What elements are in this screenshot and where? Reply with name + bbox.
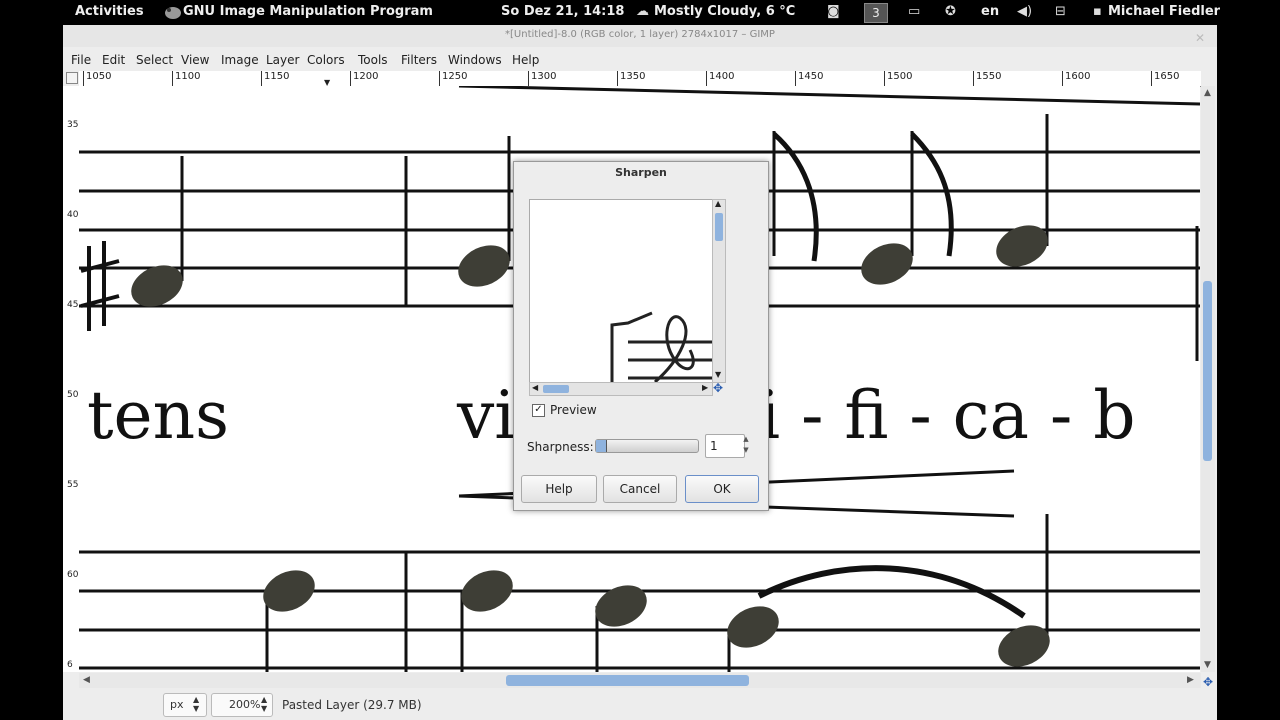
sharpness-slider[interactable] [595,439,699,453]
workspace-indicator[interactable]: 3 [864,3,888,23]
ruler-label: 600 [67,570,79,580]
ruler-tick: 1050 [83,71,111,86]
unit-value: px [170,698,184,711]
cancel-button[interactable]: Cancel [603,475,677,503]
spin-arrows-icon[interactable]: ▲ ▼ [741,434,751,456]
clock[interactable]: So Dez 21, 14:18 [501,4,624,19]
lyric-tens: tens [87,377,229,454]
window-titlebar[interactable]: *[Untitled]-8.0 (RGB color, 1 layer) 278… [63,25,1217,47]
scroll-down-icon[interactable]: ▼ [715,370,721,379]
menu-layer[interactable]: Layer [266,53,299,67]
ruler-tick: 1350 [617,71,645,86]
scroll-left-icon[interactable]: ◀ [83,675,90,685]
menu-select[interactable]: Select [136,53,173,67]
ruler-tick: 1300 [528,71,556,86]
ruler-tick: 1100 [172,71,200,86]
keyboard-language[interactable]: en [981,4,999,19]
menu-windows[interactable]: Windows [448,53,502,67]
cloud-icon: ☁ [636,4,649,19]
status-bar: px ▲ ▼ 200% ▲ ▼ Pasted Layer (29.7 MB) [63,690,1217,720]
horizontal-ruler[interactable]: 1050 1100 1150 1200 1250 1300 1350 1400 … [79,71,1201,87]
preview-vertical-scrollbar[interactable]: ▲ ▼ [712,199,726,383]
horizontal-scroll-thumb[interactable] [506,675,749,686]
navigate-icon[interactable]: ✥ [713,381,723,395]
lyric-ificab: i - fi - ca - b [759,377,1135,454]
ruler-tick: 1550 [973,71,1001,86]
navigate-icon[interactable]: ✥ [1203,675,1213,689]
scroll-right-icon[interactable]: ▶ [1187,675,1194,685]
volume-icon[interactable]: ◀) [1017,4,1032,19]
menu-edit[interactable]: Edit [102,53,125,67]
ruler-label: 450 [67,300,79,310]
sharpness-spinbutton[interactable]: 1 [705,434,745,458]
vertical-ruler[interactable]: 350 400 450 500 550 600 6 [63,86,80,672]
menu-image[interactable]: Image [221,53,259,67]
folder-icon[interactable]: ▭ [908,4,920,19]
scroll-up-icon[interactable]: ▲ [1204,88,1211,98]
ruler-label: 6 [67,660,73,670]
lyric-vi: vi [456,377,515,454]
scroll-right-icon[interactable]: ▶ [702,383,708,392]
ruler-tick: 1500 [884,71,912,86]
zoom-selector[interactable]: 200% ▲ ▼ [211,693,273,717]
sharpen-dialog: Sharpen ▲ ▼ ◀ ▶ ✥ ✓ Preview Sharpness: 1… [513,161,769,511]
menu-tools[interactable]: Tools [358,53,388,67]
dialog-title[interactable]: Sharpen [514,166,768,179]
screencast-icon[interactable]: ◙ [827,4,840,19]
preview-checkbox[interactable]: ✓ [532,404,545,417]
preview-hscroll-thumb[interactable] [543,385,569,393]
weather-label[interactable]: Mostly Cloudy, 6 °C [654,4,795,19]
accessibility-icon[interactable]: ✪ [945,4,956,19]
ruler-label: 350 [67,120,79,130]
vertical-scroll-thumb[interactable] [1203,281,1212,461]
gimp-app-icon[interactable] [163,4,183,24]
spin-arrows-icon: ▲ ▼ [193,695,200,713]
preview-area[interactable] [529,199,713,383]
app-menu-label[interactable]: GNU Image Manipulation Program [183,4,433,19]
menu-filters[interactable]: Filters [401,53,437,67]
vertical-scrollbar[interactable]: ▲ ▼ [1201,86,1215,672]
ruler-tick: 1250 [439,71,467,86]
ruler-tick: 1450 [795,71,823,86]
menu-bar: File Edit Select View Image Layer Colors… [63,49,1217,71]
menu-help[interactable]: Help [512,53,539,67]
ruler-label: 400 [67,210,79,220]
quick-mask-corner[interactable] [66,72,78,84]
ruler-tick: 1650 [1151,71,1179,86]
ruler-label: 500 [67,390,79,400]
ruler-tick: 1150 [261,71,289,86]
menu-view[interactable]: View [181,53,209,67]
menu-colors[interactable]: Colors [307,53,345,67]
preview-vscroll-thumb[interactable] [715,213,723,241]
ruler-tick: 1200 [350,71,378,86]
user-icon: ▪ [1093,4,1102,19]
ruler-tick: 1400 [706,71,734,86]
ruler-label: 550 [67,480,79,490]
ruler-tick: 1600 [1062,71,1090,86]
preview-label[interactable]: Preview [550,403,597,417]
unit-selector[interactable]: px ▲ ▼ [163,693,207,717]
menu-file[interactable]: File [71,53,91,67]
zoom-value: 200% [229,698,261,711]
close-icon[interactable]: ✕ [1195,28,1205,48]
network-icon[interactable]: ⊟ [1055,4,1066,19]
sharpness-label: Sharpness: [527,440,594,454]
scroll-down-icon[interactable]: ▼ [1204,660,1211,670]
top-bar: Activities GNU Image Manipulation Progra… [0,0,1280,25]
window-title: *[Untitled]-8.0 (RGB color, 1 layer) 278… [505,29,775,40]
horizontal-scrollbar[interactable]: ◀ ▶ [79,673,1201,688]
layer-info: Pasted Layer (29.7 MB) [282,698,422,712]
scroll-up-icon[interactable]: ▲ [715,199,721,208]
scroll-left-icon[interactable]: ◀ [532,383,538,392]
preview-horizontal-scrollbar[interactable]: ◀ ▶ [529,382,713,396]
help-button[interactable]: Help [521,475,597,503]
sharpness-slider-handle[interactable] [596,440,607,452]
activities-button[interactable]: Activities [75,4,144,19]
spin-arrows-icon: ▲ ▼ [261,695,268,713]
preview-image [610,311,712,382]
ok-button[interactable]: OK [685,475,759,503]
user-menu[interactable]: Michael Fiedler [1108,4,1220,19]
